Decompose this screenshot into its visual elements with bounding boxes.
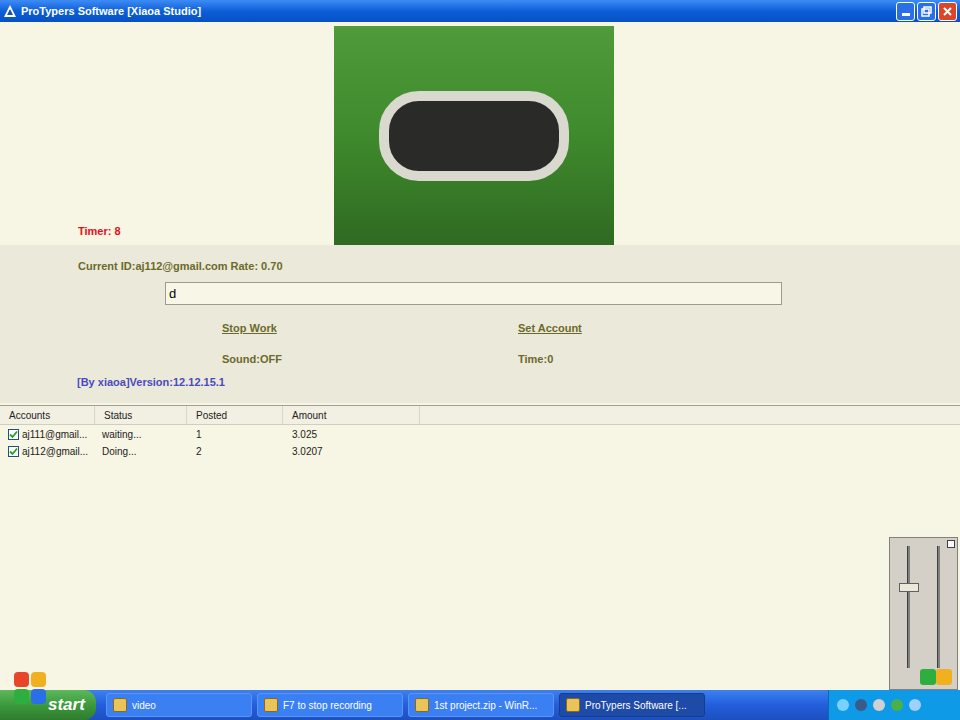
table-row[interactable]: aj112@gmail... Doing...23.0207 xyxy=(0,444,960,459)
window-title: ProTypers Software [Xiaoa Studio] xyxy=(21,3,201,20)
captcha-image xyxy=(334,26,614,245)
taskbar-label: video xyxy=(132,698,156,713)
volume-slider[interactable] xyxy=(899,546,919,668)
minimize-icon xyxy=(902,13,910,16)
timer-label: Timer: 8 xyxy=(78,223,121,240)
app-icon xyxy=(113,698,127,712)
posted-cell: 2 xyxy=(187,444,283,459)
balance-track xyxy=(929,546,949,668)
amount-cell: 3.0207 xyxy=(283,444,420,459)
table-header: AccountsStatusPostedAmount xyxy=(0,406,960,425)
action-link[interactable]: Stop Work xyxy=(222,321,518,335)
app-icon xyxy=(415,698,429,712)
tray-icon[interactable] xyxy=(837,699,849,711)
column-header[interactable]: Posted xyxy=(187,406,283,424)
app-icon xyxy=(3,4,17,18)
tray-icon[interactable] xyxy=(873,699,885,711)
info-label: Time:0 xyxy=(518,352,960,366)
accounts-table: AccountsStatusPostedAmount aj111@gmail...… xyxy=(0,405,960,690)
close-button[interactable] xyxy=(938,2,957,21)
row-checkbox[interactable] xyxy=(8,429,19,440)
column-header[interactable]: Amount xyxy=(283,406,420,424)
current-id-label: Current ID:aj112@gmail.com Rate: 0.70 xyxy=(0,259,960,273)
taskbar-item[interactable]: video xyxy=(106,693,252,717)
column-header[interactable]: Accounts xyxy=(0,406,95,424)
slider-thumb[interactable] xyxy=(899,583,919,592)
column-header[interactable]: Status xyxy=(95,406,187,424)
posted-cell: 1 xyxy=(187,427,283,442)
amount-cell: 3.025 xyxy=(283,427,420,442)
taskbar-item[interactable]: 1st project.zip - WinR... xyxy=(408,693,554,717)
table-row[interactable]: aj111@gmail... waiting...13.025 xyxy=(0,427,960,442)
taskbar-item[interactable]: ProTypers Software [... xyxy=(559,693,705,717)
check-icon xyxy=(9,447,18,456)
maximize-button[interactable] xyxy=(917,2,936,21)
answer-input[interactable]: d xyxy=(165,282,782,305)
mixer-icon xyxy=(920,669,936,685)
taskbar-label: F7 to stop recording xyxy=(283,698,372,713)
account-cell: aj111@gmail... xyxy=(22,427,87,442)
status-cell: waiting... xyxy=(95,427,187,442)
taskbar-item[interactable]: F7 to stop recording xyxy=(257,693,403,717)
version-label: [By xiaoa]Version:12.12.15.1 xyxy=(0,375,960,389)
control-panel: Current ID:aj112@gmail.com Rate: 0.70 d St… xyxy=(0,245,960,403)
volume-mixer xyxy=(889,537,958,690)
captcha-section: Timer: 8 xyxy=(0,22,960,245)
check-icon xyxy=(9,430,18,439)
tray-icon[interactable] xyxy=(909,699,921,711)
title-bar: ProTypers Software [Xiaoa Studio] xyxy=(0,0,960,22)
close-icon xyxy=(943,7,952,16)
start-label: start xyxy=(48,692,85,718)
restore-icon xyxy=(921,6,932,17)
row-checkbox[interactable] xyxy=(8,446,19,457)
system-tray xyxy=(828,690,960,720)
tray-icon[interactable] xyxy=(891,699,903,711)
dog-shape xyxy=(379,91,569,181)
app-icon xyxy=(566,698,580,712)
status-cell: Doing... xyxy=(95,444,187,459)
app-icon xyxy=(264,698,278,712)
taskbar-label: 1st project.zip - WinR... xyxy=(434,698,537,713)
windows-flag-icon xyxy=(14,672,46,704)
minimize-button[interactable] xyxy=(896,2,915,21)
account-cell: aj112@gmail... xyxy=(22,444,88,459)
desktop: ProTypers Software [Xiaoa Studio] Timer: … xyxy=(0,0,960,720)
mixer-icon xyxy=(936,669,952,685)
tray-icon[interactable] xyxy=(855,699,867,711)
info-label: Sound:OFF xyxy=(222,352,518,366)
action-link[interactable]: Set Account xyxy=(518,321,960,335)
mixer-close-icon[interactable] xyxy=(947,540,955,548)
taskbar-label: ProTypers Software [... xyxy=(585,698,687,713)
taskbar: start video F7 to stop recording 1st projec… xyxy=(0,690,960,720)
